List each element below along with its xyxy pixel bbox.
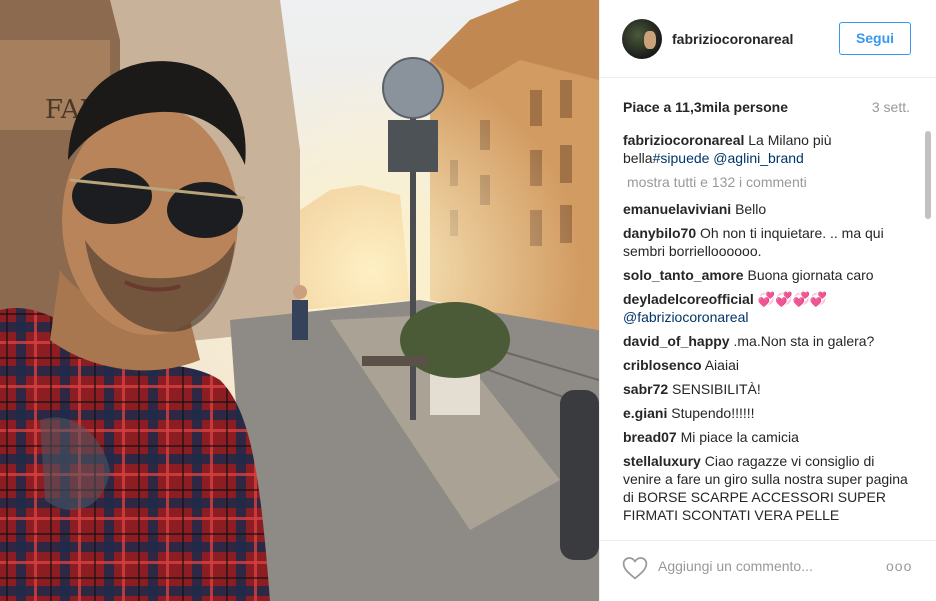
post-side-panel: fabriziocoronareal Segui Piace a 11,3mil… — [599, 0, 936, 601]
post-author-username[interactable]: fabriziocoronareal — [672, 31, 793, 47]
caption: fabriziocoronareal La Milano più bella#s… — [623, 131, 913, 167]
comment-item: stellaluxury Ciao ragazze vi consiglio d… — [623, 452, 913, 524]
comment-username[interactable]: sabr72 — [623, 381, 668, 397]
comment-username[interactable]: deyladelcoreofficial — [623, 291, 754, 307]
comment-item: david_of_happy .ma.Non sta in galera? — [623, 332, 913, 350]
post-header: fabriziocoronareal Segui — [600, 0, 936, 78]
comment-username[interactable]: emanuelaviviani — [623, 201, 731, 217]
comment-item: sabr72 SENSIBILITÀ! — [623, 380, 913, 398]
post-age[interactable]: 3 sett. — [872, 99, 910, 115]
comment-username[interactable]: stellaluxury — [623, 453, 701, 469]
comments-list[interactable]: fabriziocoronareal La Milano più bella#s… — [623, 131, 913, 535]
add-comment-input[interactable]: Aggiungi un commento... — [658, 558, 813, 574]
more-options-icon[interactable]: ooo — [886, 558, 912, 574]
comment-username[interactable]: e.giani — [623, 405, 667, 421]
avatar[interactable] — [622, 19, 662, 59]
comment-item: e.giani Stupendo!!!!!! — [623, 404, 913, 422]
comment-item: danybilo70 Oh non ti inquietare. .. ma q… — [623, 224, 913, 260]
caption-tags[interactable]: #sipuede @aglini_brand — [653, 150, 804, 166]
comments-scrollbar[interactable] — [925, 131, 931, 219]
caption-username[interactable]: fabriziocoronareal — [623, 132, 744, 148]
comment-item: deyladelcoreofficial 💞💞💞💞 @fabriziocorona… — [623, 290, 913, 326]
comment-item: emanuelaviviani Bello — [623, 200, 913, 218]
post-footer: Aggiungi un commento... ooo — [600, 540, 936, 601]
comment-text: .ma.Non sta in galera? — [733, 333, 875, 349]
street-selfie-image: FARC — [0, 0, 599, 601]
post-photo: FARC — [0, 0, 599, 601]
comment-username[interactable]: solo_tanto_amore — [623, 267, 744, 283]
likes-count[interactable]: Piace a 11,3mila persone — [623, 99, 788, 115]
comment-username[interactable]: criblosenco — [623, 357, 702, 373]
comment-mention[interactable]: @fabriziocoronareal — [623, 309, 749, 325]
comment-item: solo_tanto_amore Buona giornata caro — [623, 266, 913, 284]
comment-username[interactable]: david_of_happy — [623, 333, 730, 349]
comment-username[interactable]: bread07 — [623, 429, 677, 445]
comment-username[interactable]: danybilo70 — [623, 225, 696, 241]
follow-button[interactable]: Segui — [839, 22, 911, 55]
show-all-comments-link[interactable]: mostra tutti e 132 i commenti — [627, 173, 913, 191]
heart-outline-icon[interactable] — [622, 556, 648, 580]
comment-text: Stupendo!!!!!! — [671, 405, 755, 421]
comment-item: bread07 Mi piace la camicia — [623, 428, 913, 446]
comment-text: SENSIBILITÀ! — [672, 381, 761, 397]
comment-text: Bello — [735, 201, 767, 217]
comment-text: Buona giornata caro — [747, 267, 874, 283]
comment-text: Mi piace la camicia — [680, 429, 799, 445]
comment-item: criblosenco Aiaiai — [623, 356, 913, 374]
comment-text: 💞💞💞💞 — [757, 291, 828, 307]
comment-text: Aiaiai — [704, 357, 739, 373]
